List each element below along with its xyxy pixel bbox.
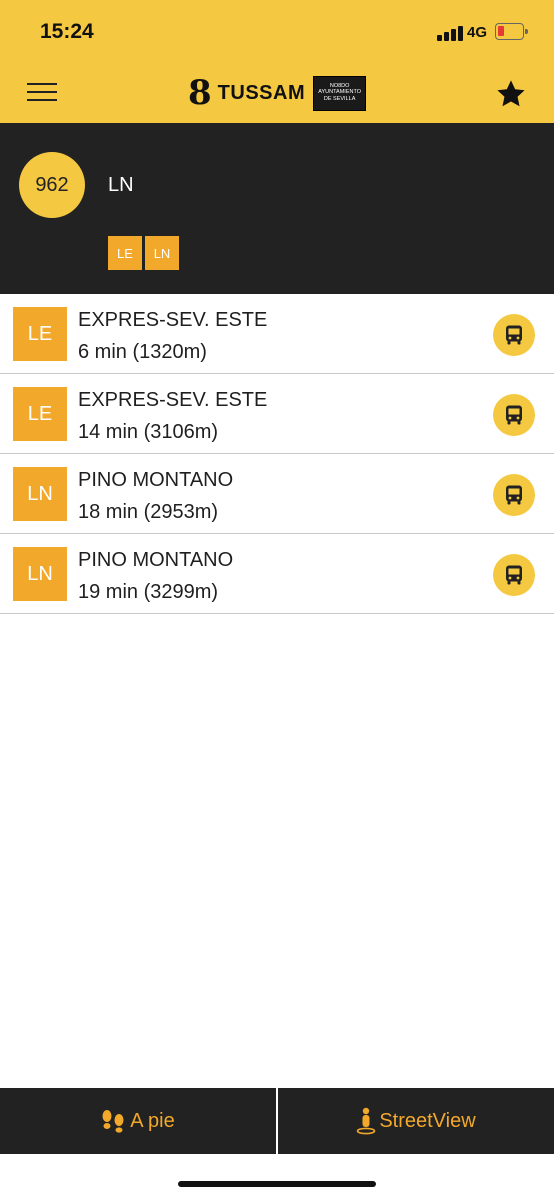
destination: PINO MONTANO xyxy=(78,469,234,491)
battery-low-icon xyxy=(495,23,528,40)
eta: 14 min (3106m) xyxy=(78,421,219,443)
bus-icon[interactable] xyxy=(493,314,535,356)
eta: 19 min (3299m) xyxy=(78,581,219,603)
eta: 18 min (2953m) xyxy=(78,501,219,523)
line-badge: LE xyxy=(13,387,67,441)
footprints-icon xyxy=(102,1110,124,1133)
walk-label: A pie xyxy=(130,1109,175,1132)
tussam-logo-mark-icon: 8 xyxy=(188,73,212,113)
hamburger-menu-icon[interactable] xyxy=(27,80,57,104)
pegman-icon xyxy=(357,1107,376,1135)
line-chip-ln[interactable]: LN xyxy=(145,236,179,270)
list-item[interactable]: LN PINO MONTANO 19 min (3299m) xyxy=(0,534,554,614)
bottom-bar: A pie StreetView xyxy=(0,1088,554,1154)
app-header: 15:24 4G 8 TUSSAM NO8DO AYUNTAMIENTO DE … xyxy=(0,0,554,123)
star-icon[interactable] xyxy=(495,78,527,110)
logo-text: TUSSAM xyxy=(217,81,306,104)
badge-line: DE SEVILLA xyxy=(323,95,356,102)
home-indicator[interactable] xyxy=(178,1181,376,1187)
signal-bars-icon xyxy=(437,25,463,41)
eta: 6 min (1320m) xyxy=(78,341,207,363)
bus-icon[interactable] xyxy=(493,474,535,516)
stop-number: 962 xyxy=(19,152,85,218)
network-type: 4G xyxy=(467,24,488,41)
list-item[interactable]: LN PINO MONTANO 18 min (2953m) xyxy=(0,454,554,534)
bus-icon[interactable] xyxy=(493,554,535,596)
line-badge: LN xyxy=(13,547,67,601)
destination: EXPRES-SEV. ESTE xyxy=(78,309,268,331)
walk-button[interactable]: A pie xyxy=(0,1088,276,1154)
line-badge: LN xyxy=(13,467,67,521)
stop-name: LN xyxy=(108,174,134,196)
ayuntamiento-badge: NO8DO AYUNTAMIENTO DE SEVILLA xyxy=(313,75,367,111)
streetview-button[interactable]: StreetView xyxy=(278,1088,554,1154)
badge-line: AYUNTAMIENTO xyxy=(318,89,362,95)
list-item[interactable]: LE EXPRES-SEV. ESTE 14 min (3106m) xyxy=(0,374,554,454)
list-item[interactable]: LE EXPRES-SEV. ESTE 6 min (1320m) xyxy=(0,294,554,374)
bus-icon[interactable] xyxy=(493,394,535,436)
line-chip-le[interactable]: LE xyxy=(108,236,142,270)
destination: EXPRES-SEV. ESTE xyxy=(78,389,268,411)
status-time: 15:24 xyxy=(40,20,94,43)
streetview-label: StreetView xyxy=(379,1109,476,1132)
arrivals-list: LE EXPRES-SEV. ESTE 6 min (1320m) LE EXP… xyxy=(0,294,554,614)
destination: PINO MONTANO xyxy=(78,549,234,571)
line-badge: LE xyxy=(13,307,67,361)
tussam-logo: 8 TUSSAM NO8DO AYUNTAMIENTO DE SEVILLA xyxy=(188,73,367,113)
stop-info: 962 LN LE LN xyxy=(0,123,554,294)
